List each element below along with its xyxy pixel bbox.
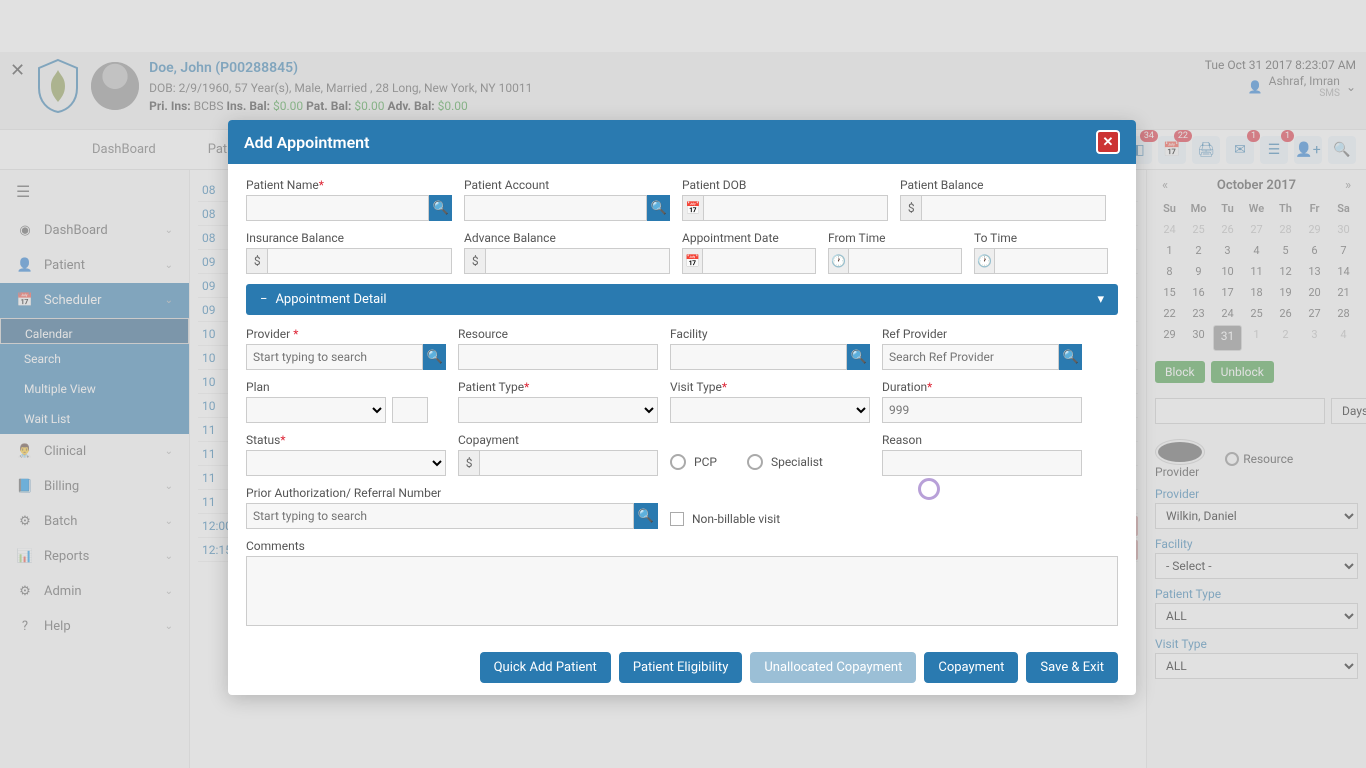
calendar-icon[interactable]: 📅: [682, 248, 702, 274]
patient-account-input[interactable]: [464, 195, 647, 221]
patient-dob-input[interactable]: [703, 195, 888, 221]
specialist-radio[interactable]: Specialist: [747, 454, 823, 470]
add-appointment-modal: Add Appointment ✕ Patient Name* 🔍 Patien…: [228, 120, 1136, 695]
search-icon[interactable]: 🔍: [429, 195, 452, 221]
to-time-input[interactable]: [994, 248, 1108, 274]
search-icon[interactable]: 🔍: [647, 195, 670, 221]
duration-label: Duration*: [882, 380, 1082, 394]
patient-name-label: Patient Name*: [246, 178, 452, 192]
resource-label: Resource: [458, 327, 658, 341]
plan-code-input[interactable]: [392, 397, 428, 423]
plan-label: Plan: [246, 380, 446, 394]
search-icon[interactable]: 🔍: [1059, 344, 1082, 370]
patient-eligibility-button[interactable]: Patient Eligibility: [619, 652, 743, 683]
quick-add-patient-button[interactable]: Quick Add Patient: [480, 652, 611, 683]
status-label: Status*: [246, 433, 446, 447]
reason-label: Reason: [882, 433, 1082, 447]
patient-balance-label: Patient Balance: [900, 178, 1106, 192]
from-time-input[interactable]: [848, 248, 962, 274]
appointment-detail-section[interactable]: −Appointment Detail ▾: [246, 284, 1118, 315]
clock-icon[interactable]: 🕐: [828, 248, 848, 274]
plan-select[interactable]: [246, 397, 386, 423]
patient-name-input[interactable]: [246, 195, 429, 221]
copayment-label: Copayment: [458, 433, 658, 447]
comments-input[interactable]: [246, 556, 1118, 626]
search-icon[interactable]: 🔍: [847, 344, 870, 370]
clock-icon[interactable]: 🕐: [974, 248, 994, 274]
comments-label: Comments: [246, 539, 1118, 553]
insurance-balance-input[interactable]: [267, 248, 452, 274]
ref-provider-label: Ref Provider: [882, 327, 1082, 341]
reason-input[interactable]: [882, 450, 1082, 476]
advance-balance-label: Advance Balance: [464, 231, 670, 245]
modal-title: Add Appointment: [244, 133, 370, 152]
duration-input[interactable]: [882, 397, 1082, 423]
patient-balance-input[interactable]: [921, 195, 1106, 221]
patient-account-label: Patient Account: [464, 178, 670, 192]
chevron-down-icon: ▾: [1097, 292, 1104, 307]
calendar-icon[interactable]: 📅: [682, 195, 703, 221]
patient-type-select[interactable]: [458, 397, 658, 423]
insurance-balance-label: Insurance Balance: [246, 231, 452, 245]
copayment-button[interactable]: Copayment: [924, 652, 1018, 683]
search-icon[interactable]: 🔍: [634, 503, 658, 529]
visit-type-label: Visit Type*: [670, 380, 870, 394]
visit-type-select[interactable]: [670, 397, 870, 423]
facility-input[interactable]: [670, 344, 847, 370]
advance-balance-input[interactable]: [485, 248, 670, 274]
from-time-label: From Time: [828, 231, 962, 245]
facility-label: Facility: [670, 327, 870, 341]
patient-type-label: Patient Type*: [458, 380, 658, 394]
provider-label: Provider *: [246, 327, 446, 341]
ref-provider-input[interactable]: [882, 344, 1059, 370]
patient-dob-label: Patient DOB: [682, 178, 888, 192]
non-billable-checkbox[interactable]: Non-billable visit: [670, 512, 870, 526]
appointment-date-label: Appointment Date: [682, 231, 816, 245]
provider-input[interactable]: [246, 344, 423, 370]
save-exit-button[interactable]: Save & Exit: [1026, 652, 1118, 683]
unallocated-copayment-button[interactable]: Unallocated Copayment: [750, 652, 916, 683]
appointment-date-input[interactable]: [702, 248, 816, 274]
status-select[interactable]: [246, 450, 446, 476]
resource-input[interactable]: [458, 344, 658, 370]
prior-auth-input[interactable]: [246, 503, 634, 529]
modal-close-icon[interactable]: ✕: [1096, 130, 1120, 154]
copayment-input[interactable]: [479, 450, 658, 476]
prior-auth-label: Prior Authorization/ Referral Number: [246, 486, 658, 500]
search-icon[interactable]: 🔍: [423, 344, 446, 370]
pcp-radio[interactable]: PCP: [670, 454, 717, 470]
to-time-label: To Time: [974, 231, 1108, 245]
